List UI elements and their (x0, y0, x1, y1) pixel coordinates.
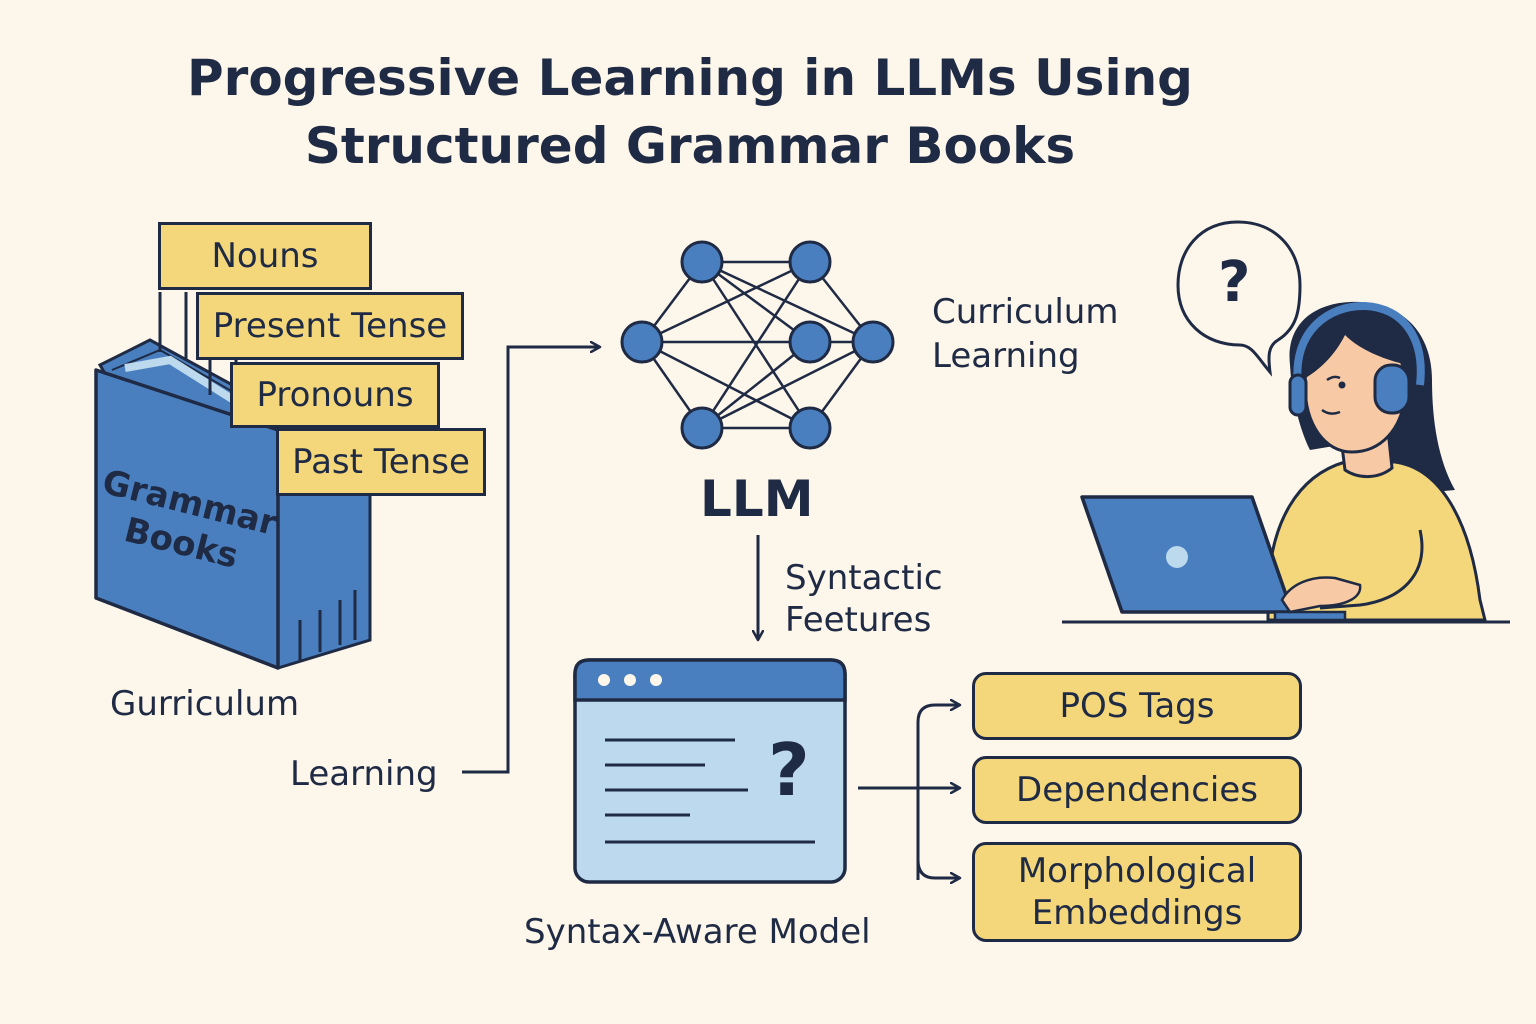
diagram-canvas: Progressive Learning in LLMs Using Struc… (0, 0, 1536, 1024)
arrows-model-to-outputs (858, 705, 960, 880)
llm-label: LLM (700, 470, 814, 528)
tab-nouns: Nouns (158, 222, 372, 290)
title-line-2: Structured Grammar Books (304, 117, 1076, 175)
output-morphological-embeddings: Morphological Embeddings (972, 842, 1302, 942)
output-dependencies: Dependencies (972, 756, 1302, 824)
model-caption: Syntax-Aware Model (524, 912, 871, 952)
book-caption: Gurriculum (110, 684, 300, 724)
curriculum-label-2: Learning (932, 336, 1080, 376)
model-question-mark: ? (768, 728, 810, 812)
output-pos-tags: POS Tags (972, 672, 1302, 740)
tab-past-tense: Past Tense (276, 428, 486, 496)
syntactic-label-2: Feetures (785, 600, 932, 640)
output-morph-line-1: Morphological (1017, 851, 1257, 891)
curriculum-label-1: Curriculum (932, 292, 1119, 332)
network-icon (620, 240, 895, 450)
title-line-1: Progressive Learning in LLMs Using (187, 49, 1193, 107)
learning-label: Learning (290, 754, 438, 794)
tab-pronouns: Pronouns (230, 362, 440, 428)
speech-bubble-question: ? (1218, 250, 1251, 315)
person-illustration (1062, 220, 1510, 624)
output-morph-line-2: Embeddings (1031, 893, 1243, 933)
tab-present-tense: Present Tense (196, 292, 464, 360)
syntactic-label-1: Syntactic (785, 558, 943, 598)
